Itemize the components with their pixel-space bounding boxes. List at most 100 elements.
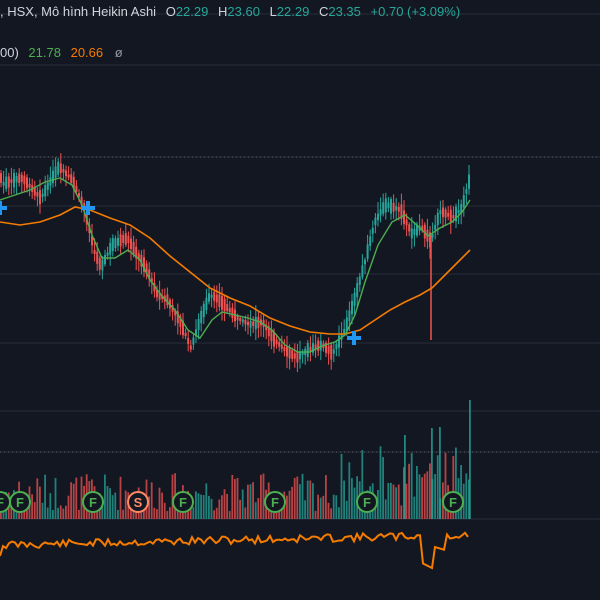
high-key: H xyxy=(218,4,228,19)
volume-bar xyxy=(249,484,252,519)
candle-body xyxy=(444,209,447,218)
candle-body xyxy=(465,189,468,194)
volume-bar xyxy=(39,486,41,519)
candle-body xyxy=(49,177,52,186)
candle-body xyxy=(70,174,73,183)
candle-body xyxy=(0,173,2,183)
volume-bar xyxy=(236,477,239,519)
candle-body xyxy=(197,318,200,331)
volume-bar xyxy=(124,490,127,519)
marker-label: F xyxy=(271,495,279,510)
ma-legend[interactable]: 00) 21.78 20.66 ø xyxy=(0,45,123,60)
volume-bar xyxy=(104,474,106,519)
marker-f-icon[interactable]: F xyxy=(172,491,194,513)
volume-bar xyxy=(65,505,67,519)
candle-body xyxy=(205,297,208,311)
volume-bar xyxy=(62,508,65,519)
volume-bar xyxy=(309,480,312,519)
marker-f-icon[interactable]: F xyxy=(264,491,286,513)
volume-bar xyxy=(109,488,111,519)
volume-bar xyxy=(304,500,306,519)
candle-body xyxy=(28,183,31,188)
volume-bar xyxy=(228,510,231,519)
candle-body xyxy=(189,345,192,350)
volume-bar xyxy=(41,502,44,519)
volume-bar xyxy=(413,496,416,519)
candle-body xyxy=(390,199,392,214)
volume-bar xyxy=(231,474,234,519)
volume-bar xyxy=(46,507,49,519)
candle-body xyxy=(59,163,62,173)
volume-bar xyxy=(33,502,36,519)
volume-bar xyxy=(59,505,62,519)
heikin-ashi-candles xyxy=(0,153,470,373)
marker-f-icon[interactable]: F xyxy=(356,491,378,513)
symbol-legend[interactable]: , HSX, Mô hình Heikin Ashi O22.29 H23.60… xyxy=(0,4,460,19)
volume-bar xyxy=(319,497,322,519)
volume-bar xyxy=(322,495,325,519)
volume-bar xyxy=(106,486,109,519)
candle-body xyxy=(239,317,242,321)
candle-body xyxy=(210,294,213,298)
volume-bar xyxy=(286,495,288,519)
volume-bar xyxy=(436,455,439,519)
candle-body xyxy=(361,265,364,278)
volume-bar xyxy=(244,507,247,519)
candle-body xyxy=(371,227,374,234)
volume-bar xyxy=(161,492,163,519)
low-value: 22.29 xyxy=(276,4,310,19)
volume-bar xyxy=(252,482,254,519)
volume-bar xyxy=(117,509,119,519)
oscillator-panel xyxy=(0,531,469,570)
candle-body xyxy=(208,293,210,302)
volume-bar xyxy=(390,482,392,519)
candle-body xyxy=(288,347,291,359)
candle-body xyxy=(275,339,278,345)
marker-label: F xyxy=(0,495,4,510)
candle-body xyxy=(57,161,60,175)
candle-body xyxy=(241,319,244,323)
cross-signal-icon[interactable] xyxy=(81,201,95,215)
marker-f-icon[interactable]: F xyxy=(442,491,464,513)
candle-body xyxy=(447,212,450,217)
volume-bar xyxy=(395,487,397,519)
candle-body xyxy=(283,346,286,352)
candle-body xyxy=(379,209,382,216)
candle-body xyxy=(249,321,252,328)
volume-bar xyxy=(312,483,314,519)
volume-bar xyxy=(158,487,161,519)
volume-bar xyxy=(150,482,153,519)
candle-body xyxy=(330,344,333,360)
volume-bar xyxy=(327,502,330,519)
volume-bar xyxy=(57,507,59,519)
candle-body xyxy=(436,213,439,226)
volume-bar xyxy=(325,475,327,519)
marker-s-icon[interactable]: S xyxy=(127,491,149,513)
candle-body xyxy=(122,235,125,243)
candle-body xyxy=(439,210,442,215)
marker-f-icon[interactable]: F xyxy=(9,491,31,513)
volume-bar xyxy=(384,499,387,519)
volume-bar xyxy=(335,495,338,519)
volume-bar xyxy=(156,509,158,519)
volume-bar xyxy=(405,483,408,519)
volume-bar xyxy=(400,505,403,519)
price-chart[interactable]: FFFSFFFF xyxy=(0,0,600,600)
candle-body xyxy=(413,229,416,235)
cross-signal-icon[interactable] xyxy=(0,201,7,215)
candle-body xyxy=(184,332,187,337)
candle-body xyxy=(10,179,13,183)
volume-bar xyxy=(257,498,260,519)
close-key: C xyxy=(318,4,329,19)
ma-long-value: 20.66 xyxy=(70,45,104,60)
volume-bar xyxy=(353,487,356,519)
close-value: 23.35 xyxy=(328,4,361,19)
volume-bar xyxy=(75,477,78,519)
marker-f-icon[interactable]: F xyxy=(82,491,104,513)
volume-bar xyxy=(426,471,429,519)
candle-body xyxy=(377,213,379,221)
volume-bar xyxy=(439,427,441,519)
volume-bar xyxy=(80,476,83,519)
marker-label: F xyxy=(179,495,187,510)
volume-bar xyxy=(431,428,433,519)
